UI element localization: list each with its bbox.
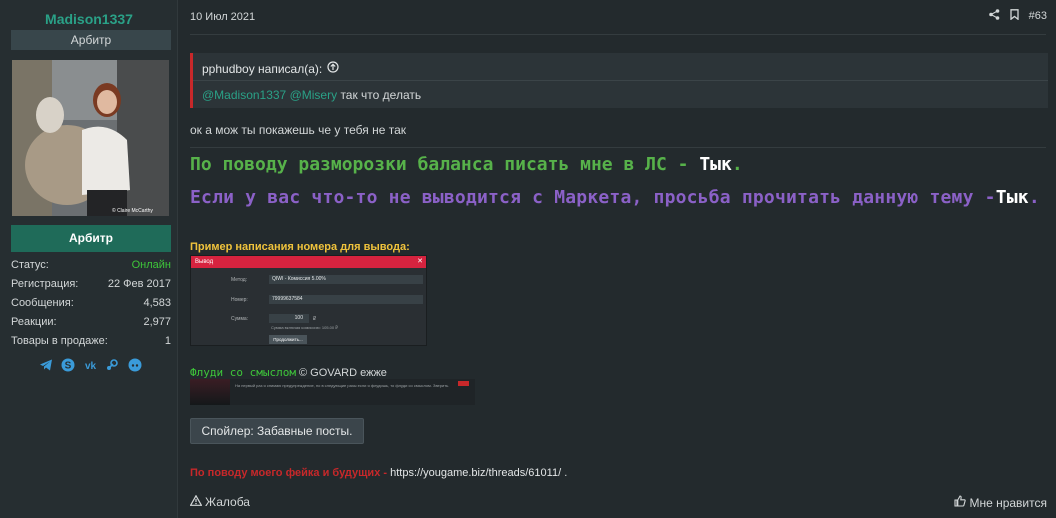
stat-key: Товары в продаже: <box>11 335 108 347</box>
signature-text-end: . <box>1028 187 1040 208</box>
username[interactable]: Madison1337 <box>0 11 178 27</box>
stat-row-registration: Регистрация: 22 Фев 2017 <box>11 276 171 295</box>
social-links: S vk <box>38 357 142 372</box>
fake-red-text: По поводу моего фейка и будущих - <box>190 467 388 479</box>
floods-line: Флуди со смыслом © GOVARD ежже <box>190 366 387 379</box>
example-label: Пример написания номера для вывода: <box>190 241 410 253</box>
avatar[interactable]: © Claire McCarthy <box>12 60 169 216</box>
stat-row-goods: Товары в продаже: 1 <box>11 333 171 352</box>
role-banner: Арбитр <box>11 225 171 252</box>
user-title: Арбитр <box>11 30 171 50</box>
stat-key: Статус: <box>11 259 49 271</box>
mini-button: Продолжить... <box>269 335 307 344</box>
withdraw-example-image: Вывод ✕ Метод: QIWI - Комиссия 5.00% Ном… <box>190 255 427 346</box>
stat-row-reactions: Реакции: 2,977 <box>11 314 171 333</box>
post-tools: #63 <box>988 9 1047 23</box>
post-number[interactable]: #63 <box>1029 10 1047 22</box>
mention-link[interactable]: @Madison1337 <box>202 88 286 102</box>
spoiler-button[interactable]: Спойлер: Забавные посты. <box>190 418 364 444</box>
signature-line-2: Если у вас что-то не выводится с Маркета… <box>190 184 1040 211</box>
mini-title-bar: Вывод ✕ <box>191 256 426 268</box>
arrow-up-circle-icon[interactable] <box>327 61 339 76</box>
skype-icon[interactable]: S <box>60 357 75 372</box>
mini-label: Сумма: <box>231 316 249 322</box>
divider <box>190 34 1046 35</box>
signature-text: Если у вас что-то не выводится с Маркета… <box>190 187 996 208</box>
svg-text:vk: vk <box>84 361 96 372</box>
quote-body: @Madison1337 @Misery так что делать <box>202 88 421 102</box>
banner-image: На первый раз я снимаю предупреждение, н… <box>190 379 475 405</box>
mini-currency: ₽ <box>313 316 317 322</box>
mini-field: 79999637584 <box>269 295 423 304</box>
stat-value: Онлайн <box>131 259 171 271</box>
mini-row-method: Метод: QIWI - Комиссия 5.00% <box>191 274 426 286</box>
forum-post: Madison1337 Арбитр © Claire McCarthy Арб… <box>0 0 1056 518</box>
report-label: Жалоба <box>205 495 250 509</box>
stat-value: 22 Фев 2017 <box>107 278 171 290</box>
share-icon[interactable] <box>988 9 1000 23</box>
stat-key: Реакции: <box>11 316 57 328</box>
mini-label: Номер: <box>231 297 248 303</box>
mini-field: QIWI - Комиссия 5.00% <box>269 275 423 284</box>
user-stats: Статус: Онлайн Регистрация: 22 Фев 2017 … <box>11 257 171 352</box>
banner-text: На первый раз я снимаю предупреждение, н… <box>235 383 450 388</box>
banner-badge <box>458 381 469 386</box>
user-panel: Madison1337 Арбитр © Claire McCarthy Арб… <box>0 0 178 518</box>
svg-text:S: S <box>64 360 71 371</box>
signature-link[interactable]: Тык <box>699 154 732 175</box>
mini-row-amount: Сумма: 100 ₽ <box>191 313 426 325</box>
like-label: Мне нравится <box>969 495 1047 510</box>
floods-rest: © GOVARD ежже <box>295 367 387 379</box>
quote-author: pphudboy написал(а): <box>202 61 323 76</box>
vk-icon[interactable]: vk <box>83 357 98 372</box>
signature-divider <box>190 147 1046 148</box>
stat-value[interactable]: 4,583 <box>143 295 171 314</box>
mini-note: Сумма включая комиссию: 105.00 ₽ <box>271 325 338 330</box>
signature-line-1: По поводу разморозки баланса писать мне … <box>190 154 743 175</box>
like-button[interactable]: Мне нравится <box>954 495 1047 510</box>
signature-text: По поводу разморозки баланса писать мне … <box>190 154 700 175</box>
report-button[interactable]: Жалоба <box>189 494 250 509</box>
post-content: 10 Июл 2021 #63 pphudboy написал(а): @Ma… <box>179 0 1056 518</box>
stat-key: Сообщения: <box>11 297 74 309</box>
fake-end: . <box>564 467 568 479</box>
fake-line: По поводу моего фейка и будущих - https:… <box>190 467 567 479</box>
fake-link[interactable]: https://yougame.biz/threads/61011/ <box>390 467 561 479</box>
bookmark-icon[interactable] <box>1009 9 1019 23</box>
stat-row-status: Статус: Онлайн <box>11 257 171 276</box>
quote-block: pphudboy написал(а): @Madison1337 @Miser… <box>190 53 1048 108</box>
mini-title: Вывод <box>195 259 214 265</box>
close-icon: ✕ <box>417 258 423 265</box>
stat-value: 2,977 <box>143 316 171 328</box>
steam-icon[interactable] <box>105 357 120 372</box>
signature-text-end: . <box>731 154 743 175</box>
banner-avatar <box>190 379 230 405</box>
quote-divider <box>193 80 1048 81</box>
floods-green: Флуди со смыслом <box>190 366 296 379</box>
signature-link[interactable]: Тык <box>996 187 1029 208</box>
quote-header[interactable]: pphudboy написал(а): <box>202 61 339 76</box>
warning-icon <box>189 494 203 509</box>
avatar-caption: © Claire McCarthy <box>112 207 153 214</box>
post-date[interactable]: 10 Июл 2021 <box>190 11 255 23</box>
thumbs-up-icon <box>954 495 967 510</box>
reply-text: ок а мож ты покажешь че у тебя не так <box>190 123 406 137</box>
mention-link[interactable]: @Misery <box>290 88 338 102</box>
stat-key: Регистрация: <box>11 278 79 290</box>
telegram-icon[interactable] <box>38 357 53 372</box>
mini-row-number: Номер: 79999637584 <box>191 294 426 306</box>
discord-icon[interactable] <box>127 357 142 372</box>
stat-row-messages: Сообщения: 4,583 <box>11 295 171 314</box>
stat-value[interactable]: 1 <box>165 333 171 352</box>
mini-field: 100 <box>269 314 309 323</box>
mini-label: Метод: <box>231 277 248 283</box>
quote-text: так что делать <box>340 88 422 102</box>
